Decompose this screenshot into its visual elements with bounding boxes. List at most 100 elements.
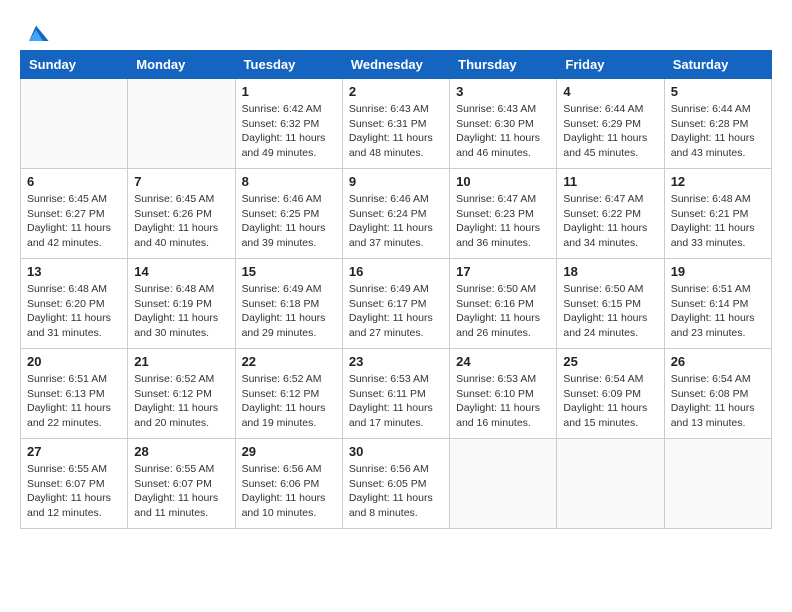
day-detail: Sunrise: 6:56 AM Sunset: 6:05 PM Dayligh… (349, 462, 443, 521)
calendar-cell: 2 Sunrise: 6:43 AM Sunset: 6:31 PM Daylig… (342, 79, 449, 169)
header (20, 20, 772, 40)
day-number: 5 (671, 84, 765, 99)
day-number: 29 (242, 444, 336, 459)
calendar-week-2: 6 Sunrise: 6:45 AM Sunset: 6:27 PM Daylig… (21, 169, 772, 259)
day-detail: Sunrise: 6:51 AM Sunset: 6:14 PM Dayligh… (671, 282, 765, 341)
day-detail: Sunrise: 6:47 AM Sunset: 6:23 PM Dayligh… (456, 192, 550, 251)
calendar-week-3: 13Sunrise: 6:48 AM Sunset: 6:20 PM Dayli… (21, 259, 772, 349)
day-number: 22 (242, 354, 336, 369)
day-number: 16 (349, 264, 443, 279)
calendar-header-tuesday: Tuesday (235, 51, 342, 79)
day-detail: Sunrise: 6:45 AM Sunset: 6:26 PM Dayligh… (134, 192, 228, 251)
day-number: 11 (563, 174, 657, 189)
calendar-cell: 14 Sunrise: 6:48 AM Sunset: 6:19 PM Dayli… (128, 259, 235, 349)
day-number: 19 (671, 264, 765, 279)
calendar-cell: 13Sunrise: 6:48 AM Sunset: 6:20 PM Dayli… (21, 259, 128, 349)
day-detail: Sunrise: 6:52 AM Sunset: 6:12 PM Dayligh… (134, 372, 228, 431)
day-number: 18 (563, 264, 657, 279)
calendar-week-4: 20 Sunrise: 6:51 AM Sunset: 6:13 PM Dayli… (21, 349, 772, 439)
calendar-cell: 21 Sunrise: 6:52 AM Sunset: 6:12 PM Dayli… (128, 349, 235, 439)
day-detail: Sunrise: 6:50 AM Sunset: 6:16 PM Dayligh… (456, 282, 550, 341)
calendar-cell: 7 Sunrise: 6:45 AM Sunset: 6:26 PM Daylig… (128, 169, 235, 259)
day-number: 30 (349, 444, 443, 459)
calendar-cell: 28 Sunrise: 6:55 AM Sunset: 6:07 PM Dayli… (128, 439, 235, 529)
calendar-cell: 26 Sunrise: 6:54 AM Sunset: 6:08 PM Dayli… (664, 349, 771, 439)
day-detail: Sunrise: 6:48 AM Sunset: 6:19 PM Dayligh… (134, 282, 228, 341)
day-detail: Sunrise: 6:44 AM Sunset: 6:28 PM Dayligh… (671, 102, 765, 161)
calendar-header-saturday: Saturday (664, 51, 771, 79)
day-number: 13 (27, 264, 121, 279)
calendar-cell: 1 Sunrise: 6:42 AM Sunset: 6:32 PM Daylig… (235, 79, 342, 169)
day-number: 10 (456, 174, 550, 189)
day-detail: Sunrise: 6:43 AM Sunset: 6:31 PM Dayligh… (349, 102, 443, 161)
calendar-cell: 9Sunrise: 6:46 AM Sunset: 6:24 PM Daylig… (342, 169, 449, 259)
day-detail: Sunrise: 6:52 AM Sunset: 6:12 PM Dayligh… (242, 372, 336, 431)
day-detail: Sunrise: 6:51 AM Sunset: 6:13 PM Dayligh… (27, 372, 121, 431)
day-detail: Sunrise: 6:53 AM Sunset: 6:11 PM Dayligh… (349, 372, 443, 431)
day-number: 15 (242, 264, 336, 279)
day-number: 8 (242, 174, 336, 189)
day-detail: Sunrise: 6:48 AM Sunset: 6:21 PM Dayligh… (671, 192, 765, 251)
day-detail: Sunrise: 6:50 AM Sunset: 6:15 PM Dayligh… (563, 282, 657, 341)
day-number: 2 (349, 84, 443, 99)
calendar-cell: 4 Sunrise: 6:44 AM Sunset: 6:29 PM Daylig… (557, 79, 664, 169)
day-detail: Sunrise: 6:56 AM Sunset: 6:06 PM Dayligh… (242, 462, 336, 521)
day-detail: Sunrise: 6:54 AM Sunset: 6:09 PM Dayligh… (563, 372, 657, 431)
calendar-table: SundayMondayTuesdayWednesdayThursdayFrid… (20, 50, 772, 529)
day-detail: Sunrise: 6:49 AM Sunset: 6:18 PM Dayligh… (242, 282, 336, 341)
calendar-cell: 11Sunrise: 6:47 AM Sunset: 6:22 PM Dayli… (557, 169, 664, 259)
day-number: 21 (134, 354, 228, 369)
calendar-cell (557, 439, 664, 529)
calendar-cell: 20 Sunrise: 6:51 AM Sunset: 6:13 PM Dayli… (21, 349, 128, 439)
calendar-header-sunday: Sunday (21, 51, 128, 79)
calendar-week-5: 27Sunrise: 6:55 AM Sunset: 6:07 PM Dayli… (21, 439, 772, 529)
day-detail: Sunrise: 6:42 AM Sunset: 6:32 PM Dayligh… (242, 102, 336, 161)
calendar-cell: 12 Sunrise: 6:48 AM Sunset: 6:21 PM Dayli… (664, 169, 771, 259)
calendar-cell: 17Sunrise: 6:50 AM Sunset: 6:16 PM Dayli… (450, 259, 557, 349)
calendar-cell: 10 Sunrise: 6:47 AM Sunset: 6:23 PM Dayli… (450, 169, 557, 259)
day-detail: Sunrise: 6:54 AM Sunset: 6:08 PM Dayligh… (671, 372, 765, 431)
day-detail: Sunrise: 6:53 AM Sunset: 6:10 PM Dayligh… (456, 372, 550, 431)
calendar-cell (664, 439, 771, 529)
day-detail: Sunrise: 6:46 AM Sunset: 6:25 PM Dayligh… (242, 192, 336, 251)
day-number: 25 (563, 354, 657, 369)
calendar-cell: 3 Sunrise: 6:43 AM Sunset: 6:30 PM Daylig… (450, 79, 557, 169)
logo (20, 20, 50, 40)
calendar-cell: 5 Sunrise: 6:44 AM Sunset: 6:28 PM Daylig… (664, 79, 771, 169)
day-number: 3 (456, 84, 550, 99)
day-number: 23 (349, 354, 443, 369)
calendar-header-thursday: Thursday (450, 51, 557, 79)
day-number: 24 (456, 354, 550, 369)
day-number: 20 (27, 354, 121, 369)
day-detail: Sunrise: 6:45 AM Sunset: 6:27 PM Dayligh… (27, 192, 121, 251)
day-detail: Sunrise: 6:55 AM Sunset: 6:07 PM Dayligh… (27, 462, 121, 521)
calendar-cell (21, 79, 128, 169)
calendar-cell: 19 Sunrise: 6:51 AM Sunset: 6:14 PM Dayli… (664, 259, 771, 349)
day-number: 1 (242, 84, 336, 99)
day-detail: Sunrise: 6:55 AM Sunset: 6:07 PM Dayligh… (134, 462, 228, 521)
day-number: 9 (349, 174, 443, 189)
calendar-header-row: SundayMondayTuesdayWednesdayThursdayFrid… (21, 51, 772, 79)
calendar-header-friday: Friday (557, 51, 664, 79)
day-number: 7 (134, 174, 228, 189)
calendar-cell: 30 Sunrise: 6:56 AM Sunset: 6:05 PM Dayli… (342, 439, 449, 529)
calendar-cell: 18 Sunrise: 6:50 AM Sunset: 6:15 PM Dayli… (557, 259, 664, 349)
calendar-cell (450, 439, 557, 529)
day-number: 26 (671, 354, 765, 369)
day-detail: Sunrise: 6:44 AM Sunset: 6:29 PM Dayligh… (563, 102, 657, 161)
day-number: 14 (134, 264, 228, 279)
day-number: 28 (134, 444, 228, 459)
calendar-cell: 16Sunrise: 6:49 AM Sunset: 6:17 PM Dayli… (342, 259, 449, 349)
calendar-cell: 23 Sunrise: 6:53 AM Sunset: 6:11 PM Dayli… (342, 349, 449, 439)
calendar-week-1: 1 Sunrise: 6:42 AM Sunset: 6:32 PM Daylig… (21, 79, 772, 169)
calendar-cell: 22 Sunrise: 6:52 AM Sunset: 6:12 PM Dayli… (235, 349, 342, 439)
day-number: 6 (27, 174, 121, 189)
day-detail: Sunrise: 6:43 AM Sunset: 6:30 PM Dayligh… (456, 102, 550, 161)
day-number: 4 (563, 84, 657, 99)
calendar-cell: 29 Sunrise: 6:56 AM Sunset: 6:06 PM Dayli… (235, 439, 342, 529)
calendar-cell: 25 Sunrise: 6:54 AM Sunset: 6:09 PM Dayli… (557, 349, 664, 439)
calendar-header-monday: Monday (128, 51, 235, 79)
day-number: 12 (671, 174, 765, 189)
calendar-cell (128, 79, 235, 169)
calendar-cell: 8 Sunrise: 6:46 AM Sunset: 6:25 PM Daylig… (235, 169, 342, 259)
